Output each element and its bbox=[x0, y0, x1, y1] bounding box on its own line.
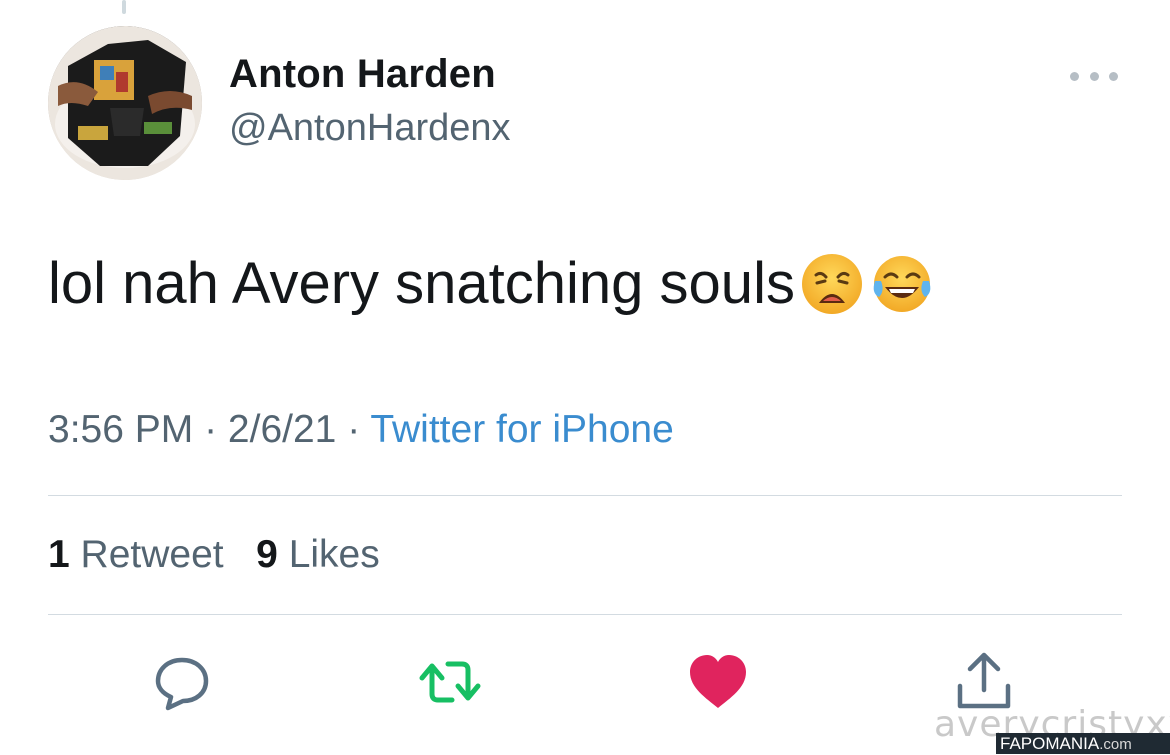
tears-of-joy-emoji bbox=[869, 251, 935, 317]
more-options-icon[interactable] bbox=[1070, 64, 1118, 88]
retweet-label: Retweet bbox=[80, 533, 224, 576]
retweet-stat[interactable]: 1 Retweet bbox=[48, 533, 224, 576]
retweet-button[interactable] bbox=[418, 650, 482, 714]
likes-count: 9 bbox=[256, 533, 278, 576]
tweet-body: lol nah Avery snatching souls bbox=[48, 251, 795, 316]
more-dot bbox=[1070, 71, 1079, 81]
thread-connector-line bbox=[122, 0, 126, 14]
engagement-stats: 1 Retweet 9 Likes bbox=[48, 533, 380, 577]
tweet-time[interactable]: 3:56 PM bbox=[48, 408, 193, 451]
heart-filled-icon bbox=[690, 655, 746, 708]
divider bbox=[48, 495, 1122, 496]
more-dot bbox=[1109, 71, 1118, 81]
watermark-suffix: .com bbox=[1099, 736, 1132, 753]
likes-stat[interactable]: 9 Likes bbox=[256, 533, 380, 576]
tweet-date[interactable]: 2/6/21 bbox=[228, 408, 336, 451]
reply-icon bbox=[155, 657, 209, 711]
tweet-metadata: 3:56 PM · 2/6/21 · Twitter for iPhone bbox=[48, 408, 674, 452]
likes-label: Likes bbox=[288, 533, 380, 576]
retweet-count: 1 bbox=[48, 533, 70, 576]
weary-face-emoji bbox=[799, 251, 865, 317]
author-handle[interactable]: @AntonHardenx bbox=[229, 107, 511, 150]
divider bbox=[48, 614, 1122, 615]
tweet-source-link[interactable]: Twitter for iPhone bbox=[370, 408, 673, 451]
more-dot bbox=[1089, 71, 1099, 81]
meta-separator: · bbox=[193, 408, 228, 451]
avatar[interactable] bbox=[48, 26, 202, 180]
watermark-banner: FAPOMANIA.com bbox=[996, 733, 1170, 754]
watermark-brand: FAPOMANIA bbox=[1000, 734, 1100, 753]
like-button[interactable] bbox=[686, 650, 750, 714]
retweet-icon bbox=[419, 661, 481, 703]
meta-separator: · bbox=[336, 408, 371, 451]
author-display-name[interactable]: Anton Harden bbox=[229, 52, 496, 97]
reply-button[interactable] bbox=[150, 650, 214, 714]
tweet-text: lol nah Avery snatching souls bbox=[48, 250, 935, 317]
